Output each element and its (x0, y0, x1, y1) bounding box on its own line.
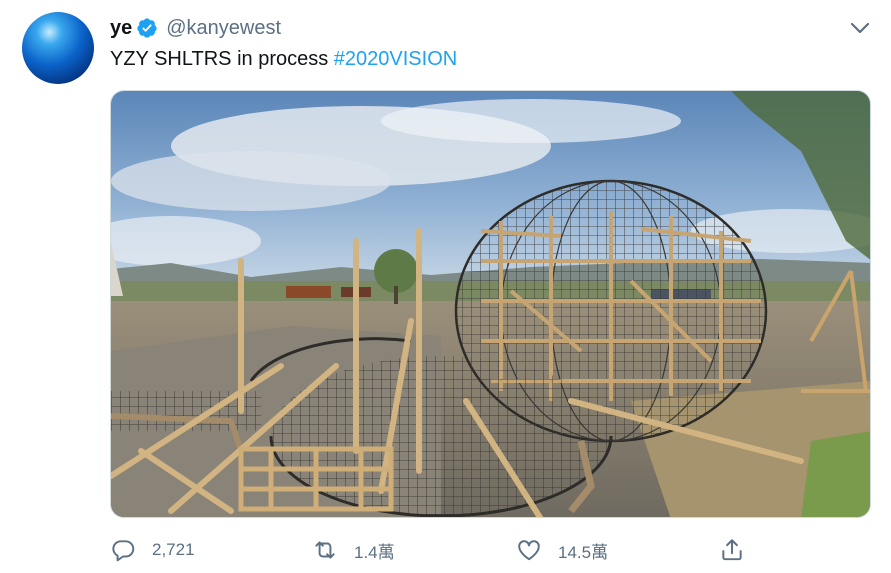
share-icon (722, 539, 742, 561)
share-button[interactable] (719, 532, 745, 568)
retweet-count: 1.4萬 (354, 542, 395, 562)
chevron-down-icon[interactable] (846, 16, 874, 40)
reply-count: 2,721 (152, 540, 195, 559)
heart-icon (518, 540, 540, 561)
verified-badge-icon (137, 18, 157, 38)
retweet-icon (315, 541, 335, 559)
reply-icon (112, 540, 135, 562)
tweet-text: YZY SHLTRS in process #2020VISION (110, 48, 457, 71)
avatar[interactable] (22, 12, 94, 84)
retweet-button[interactable]: 1.4萬 (312, 532, 395, 568)
reply-button[interactable]: 2,721 (110, 532, 195, 568)
tweet-header: ye @kanyewest (110, 14, 281, 42)
user-handle[interactable]: @kanyewest (166, 17, 281, 40)
construction-photo (111, 91, 870, 517)
display-name[interactable]: ye (110, 17, 132, 40)
like-button[interactable]: 14.5萬 (516, 532, 608, 568)
hashtag-link[interactable]: #2020VISION (334, 48, 457, 70)
tweet-actions: 2,721 1.4萬 14.5萬 (110, 532, 750, 568)
tweet-photo[interactable] (110, 90, 871, 518)
tweet-body: YZY SHLTRS in process (110, 48, 334, 70)
like-count: 14.5萬 (558, 542, 609, 562)
